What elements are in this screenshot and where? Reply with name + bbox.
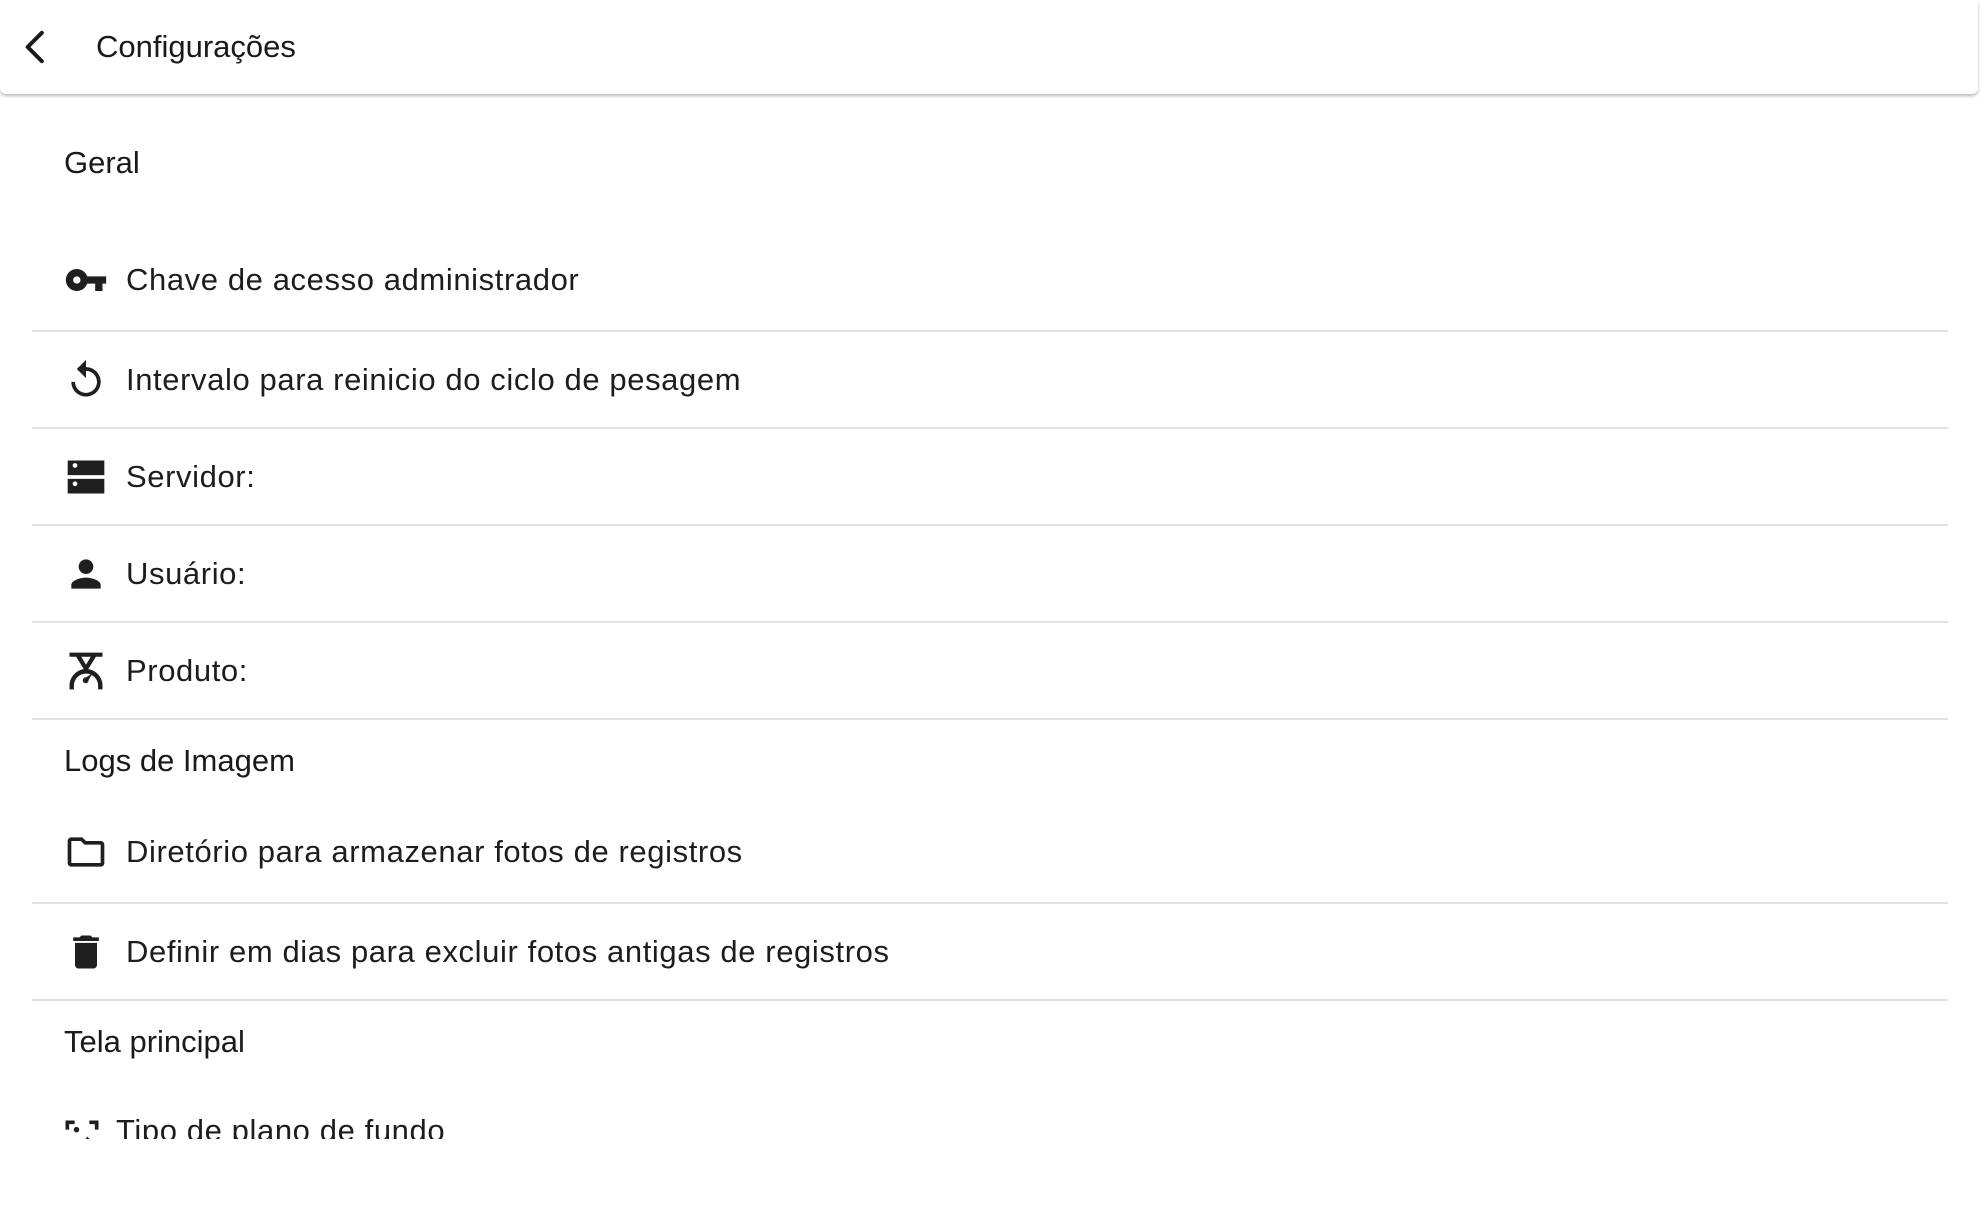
setting-label: Definir em dias para excluir fotos antig… — [126, 933, 890, 969]
setting-label: Intervalo para reinicio do ciclo de pesa… — [126, 361, 742, 397]
setting-label: Tipo de plano de fundo — [116, 1113, 446, 1139]
folder-icon — [62, 828, 110, 876]
key-icon — [62, 256, 110, 304]
setting-server[interactable]: Servidor: — [32, 429, 1948, 526]
restart-icon — [62, 356, 110, 404]
setting-product[interactable]: Produto: — [32, 623, 1948, 720]
person-icon — [62, 550, 110, 598]
page-title: Configurações — [96, 29, 296, 64]
setting-label: Diretório para armazenar fotos de regist… — [126, 834, 743, 869]
arrow-back-icon — [25, 30, 44, 64]
setting-label: Servidor: — [126, 458, 256, 494]
app-bar: Configurações — [0, 0, 1978, 94]
server-icon — [62, 453, 110, 501]
setting-label: Usuário: — [126, 555, 247, 591]
setting-label: Produto: — [126, 652, 248, 688]
trash-icon — [62, 928, 110, 976]
section-header-logs-de-imagem: Logs de Imagem — [64, 743, 295, 778]
partially-visible-row-wrapper: Tipo de plano de fundo — [32, 1083, 1948, 1139]
setting-label: Chave de acesso administrador — [126, 262, 580, 297]
setting-user[interactable]: Usuário: — [32, 526, 1948, 623]
back-button[interactable] — [0, 0, 72, 94]
scale-icon — [62, 647, 110, 695]
section-header-tela-principal: Tela principal — [64, 1024, 245, 1059]
section-header-geral: Geral — [64, 145, 140, 180]
setting-photo-directory[interactable]: Diretório para armazenar fotos de regist… — [32, 802, 1948, 904]
settings-list[interactable]: Geral Chave de acesso administrador Inte… — [32, 96, 1948, 1162]
setting-restart-interval[interactable]: Intervalo para reinicio do ciclo de pesa… — [32, 332, 1948, 429]
setting-background-type[interactable]: Tipo de plano de fundo — [32, 1083, 1948, 1139]
setting-delete-old-photos[interactable]: Definir em dias para excluir fotos antig… — [32, 904, 1948, 1001]
setting-admin-key[interactable]: Chave de acesso administrador — [32, 230, 1948, 332]
image-frame-icon — [58, 1113, 106, 1139]
